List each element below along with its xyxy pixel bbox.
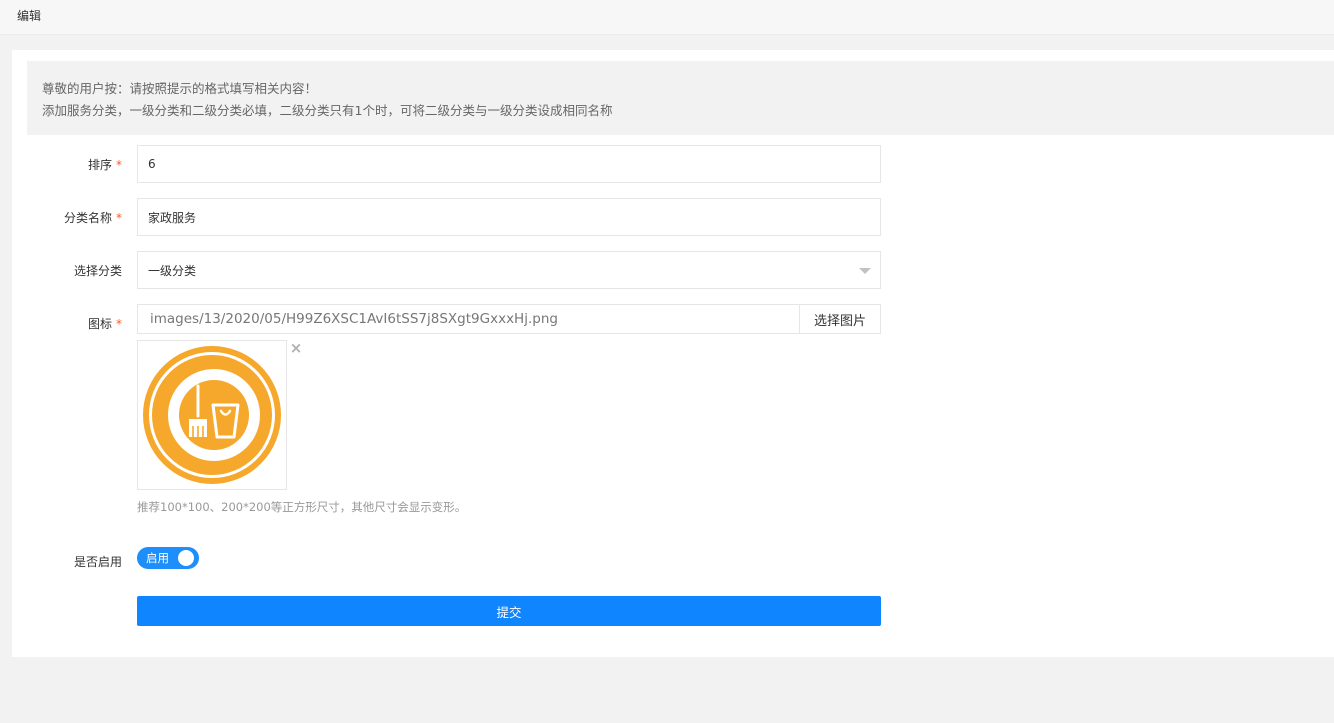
required-mark: * — [116, 317, 122, 331]
enable-label: 是否启用 — [73, 555, 122, 569]
required-mark: * — [116, 158, 122, 172]
submit-button[interactable]: 提交 — [137, 596, 881, 626]
sort-input[interactable]: 6 — [137, 145, 881, 183]
close-icon[interactable]: × — [288, 340, 304, 356]
notice-line-1: 尊敬的用户按：请按照提示的格式填写相关内容！ — [42, 81, 318, 96]
enable-switch[interactable]: 启用 — [137, 547, 199, 569]
icon-preview — [137, 340, 287, 490]
form-card: 尊敬的用户按：请按照提示的格式填写相关内容！ 添加服务分类，一级分类和二级分类必… — [12, 50, 1334, 657]
icon-path-input[interactable]: images/13/2020/05/H99Z6XSC1AvI6tSS7j8SXg… — [137, 304, 800, 334]
notice-line-2: 添加服务分类，一级分类和二级分类必填，二级分类只有1个时，可将二级分类与一级分类… — [42, 103, 613, 118]
category-name-label: 分类名称 * — [63, 211, 122, 225]
top-bar: 编辑 — [0, 0, 1334, 35]
sort-input-value: 6 — [148, 157, 156, 171]
icon-label: 图标 * — [87, 317, 122, 331]
category-name-input[interactable]: 家政服务 — [137, 198, 881, 236]
switch-knob — [178, 550, 194, 566]
select-image-button[interactable]: 选择图片 — [799, 304, 881, 334]
notice-box: 尊敬的用户按：请按照提示的格式填写相关内容！ 添加服务分类，一级分类和二级分类必… — [27, 61, 1334, 135]
broom-bucket-icon — [143, 346, 281, 484]
required-mark: * — [116, 211, 122, 225]
category-name-value: 家政服务 — [148, 210, 197, 225]
sort-label: 排序 * — [87, 158, 122, 172]
select-category-label: 选择分类 — [73, 264, 122, 278]
page-title: 编辑 — [17, 9, 42, 23]
select-category-value: 一级分类 — [148, 263, 197, 278]
icon-path-value: images/13/2020/05/H99Z6XSC1AvI6tSS7j8SXg… — [150, 311, 558, 327]
select-category-dropdown[interactable]: 一级分类 — [137, 251, 881, 289]
caret-down-icon — [859, 268, 871, 274]
icon-size-hint: 推荐100*100、200*200等正方形尺寸，其他尺寸会显示变形。 — [137, 500, 467, 514]
enable-switch-text: 启用 — [146, 551, 169, 565]
